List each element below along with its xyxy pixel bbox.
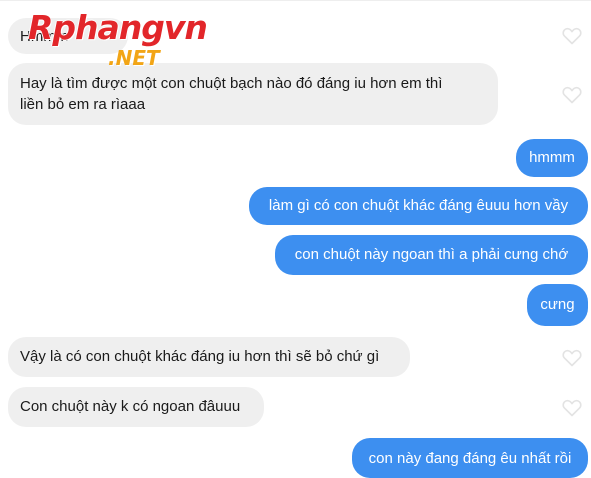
message-received[interactable]: Hay là tìm được một con chuột bạch nào đ… <box>8 63 498 125</box>
message-text-line: Hay là tìm được một con chuột bạch nào đ… <box>20 75 443 92</box>
message-sent[interactable]: con này đang đáng êu nhất rồi <box>352 438 588 478</box>
message-sent[interactable]: con chuột này ngoan thì a phải cưng chớ <box>275 235 588 275</box>
message-received[interactable]: Vậy là có con chuột khác đáng iu hơn thì… <box>8 337 410 377</box>
message-sent[interactable]: làm gì có con chuột khác đáng êuuu hơn v… <box>249 187 588 225</box>
watermark-logo: Rphangvn .NET <box>28 6 213 70</box>
message-text: Con chuột này k có ngoan đâuuu <box>20 398 241 415</box>
heart-outline-icon[interactable] <box>562 349 582 367</box>
message-text: con chuột này ngoan thì a phải cưng chớ <box>294 246 569 263</box>
message-text: làm gì có con chuột khác đáng êuuu hơn v… <box>268 197 569 214</box>
header-divider <box>0 0 591 1</box>
message-text: hmmm <box>529 149 575 166</box>
message-text: con này đang đáng êu nhất rồi <box>368 450 572 467</box>
message-text-line: liền bỏ em ra rìaaa <box>20 96 146 113</box>
message-text: Vậy là có con chuột khác đáng iu hơn thì… <box>20 348 380 365</box>
message-received[interactable]: Con chuột này k có ngoan đâuuu <box>8 387 264 427</box>
heart-outline-icon[interactable] <box>562 27 582 45</box>
heart-outline-icon[interactable] <box>562 399 582 417</box>
heart-outline-icon[interactable] <box>562 86 582 104</box>
watermark-main-text: Rphangvn <box>28 8 208 47</box>
watermark-sub-text: .NET <box>108 46 160 70</box>
message-sent[interactable]: cưng <box>527 284 588 326</box>
message-sent[interactable]: hmmm <box>516 139 588 177</box>
message-text: cưng <box>540 296 575 313</box>
